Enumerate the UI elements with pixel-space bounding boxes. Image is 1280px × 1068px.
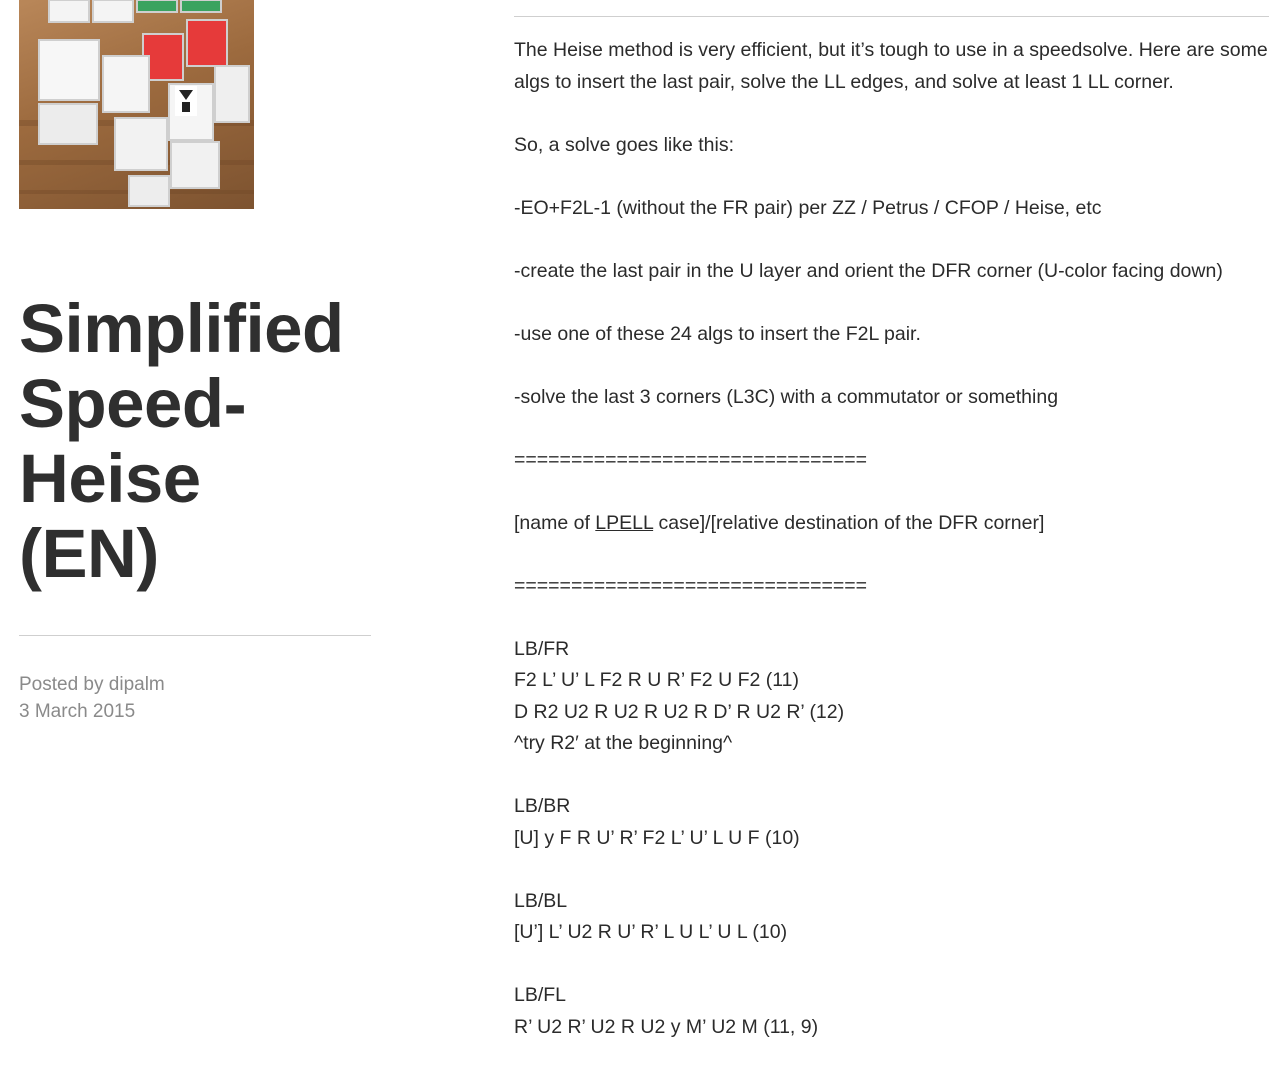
post-title-line: (EN) — [19, 515, 159, 592]
post-body: The Heise method is very efficient, but … — [514, 35, 1269, 1043]
alg-cases: LB/FR F2 L’ U’ L F2 R U R’ F2 U F2 (11) … — [514, 634, 1269, 1044]
alg-case: LB/FR F2 L’ U’ L F2 R U R’ F2 U F2 (11) … — [514, 634, 1269, 760]
page: Simplified Speed- Heise (EN) Posted by d… — [0, 0, 1280, 1068]
post-sidebar: Simplified Speed- Heise (EN) Posted by d… — [19, 0, 371, 725]
case-name: LB/FR — [514, 637, 570, 660]
alg-line: D R2 U2 R U2 R U2 R D’ R U2 R’ (12) — [514, 700, 845, 723]
cube-logo-icon — [175, 86, 197, 116]
separator-line: =============================== — [514, 574, 868, 597]
post-date[interactable]: 3 March 2015 — [19, 698, 371, 725]
post-byline: Posted by dipalm — [19, 671, 371, 698]
step-create-pair: -create the last pair in the U layer and… — [514, 259, 1223, 282]
case-legend: [name of LPELL case]/[relative destinati… — [514, 508, 1269, 540]
legend-prefix: [name of — [514, 511, 596, 534]
post-meta: Posted by dipalm 3 March 2015 — [19, 671, 371, 725]
post-title: Simplified Speed- Heise (EN) — [19, 291, 371, 591]
post-title-line: Simplified — [19, 290, 344, 367]
legend-suffix: case]/[relative destination of the DFR c… — [653, 511, 1045, 534]
step-insert-pair: -use one of these 24 algs to insert the … — [514, 322, 921, 345]
step-eo-f2l: -EO+F2L-1 (without the FR pair) per ZZ /… — [514, 196, 1102, 219]
intro-paragraph: The Heise method is very efficient, but … — [514, 39, 1268, 93]
step-l3c: -solve the last 3 corners (L3C) with a c… — [514, 385, 1059, 408]
sidebar-divider — [19, 635, 371, 636]
cube-illustration — [19, 0, 254, 207]
alg-line: F2 L’ U’ L F2 R U R’ F2 U F2 (11) — [514, 669, 799, 691]
content-divider — [514, 16, 1269, 17]
case-name: LB/BL — [514, 889, 568, 912]
alg-case: LB/BL [U’] L’ U2 R U’ R’ L U L’ U L (10) — [514, 886, 1269, 949]
post-title-line: Speed- — [19, 365, 247, 442]
alg-line: [U’] L’ U2 R U’ R’ L U L’ U L (10) — [514, 921, 788, 943]
separator-line: =============================== — [514, 448, 868, 471]
alg-case: LB/BR [U] y F R U’ R’ F2 L’ U’ L U F (10… — [514, 791, 1269, 854]
alg-line: [U] y F R U’ R’ F2 L’ U’ L U F (10) — [514, 826, 800, 849]
byline-prefix: Posted by — [19, 674, 109, 695]
alg-line: R’ U2 R’ U2 R U2 y M’ U2 M (11, 9) — [514, 1015, 819, 1038]
alg-note: ^try R2′ at the beginning^ — [514, 732, 733, 754]
post-title-line: Heise — [19, 440, 201, 517]
featured-image-rubiks-cube[interactable] — [19, 0, 254, 209]
lpell-link[interactable]: LPELL — [595, 512, 653, 534]
post-content: The Heise method is very efficient, but … — [514, 16, 1269, 1068]
solve-intro: So, a solve goes like this: — [514, 133, 735, 156]
case-name: LB/BR — [514, 795, 571, 817]
author-link[interactable]: dipalm — [109, 674, 165, 695]
alg-case: LB/FL R’ U2 R’ U2 R U2 y M’ U2 M (11, 9) — [514, 980, 1269, 1043]
case-name: LB/FL — [514, 984, 567, 1006]
